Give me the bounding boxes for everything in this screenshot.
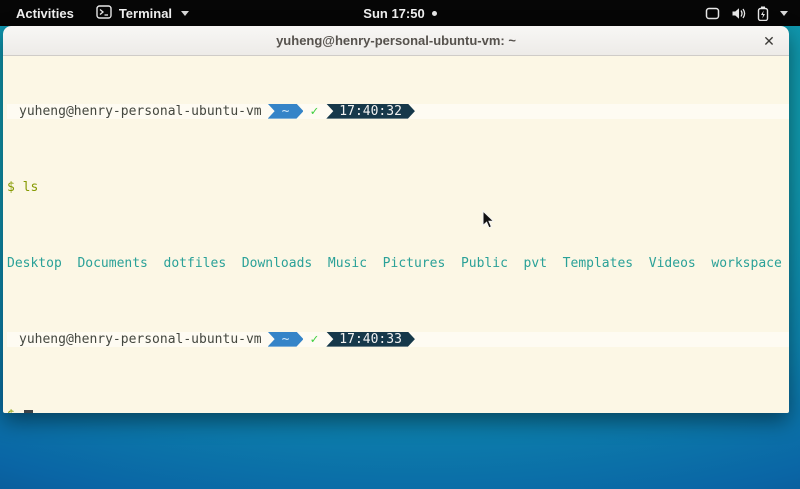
prompt-line: yuheng@henry-personal-ubuntu-vm ~ ✓ 17:40:3… — [7, 104, 789, 119]
command-line: $ ls — [7, 180, 789, 195]
prompt-time-segment: 17:40:32 — [326, 104, 415, 119]
clock-label[interactable]: Sun 17:50 — [363, 6, 424, 21]
window-title: yuheng@henry-personal-ubuntu-vm: ~ — [276, 33, 516, 48]
prompt-status-check-icon: ✓ — [310, 104, 318, 119]
dir-entry: Videos — [649, 256, 696, 271]
notification-dot-icon — [432, 11, 437, 16]
dir-entry: Downloads — [242, 256, 312, 271]
prompt-user-host: yuheng@henry-personal-ubuntu-vm — [19, 104, 262, 119]
prompt-status-check-icon: ✓ — [310, 332, 318, 347]
dir-entry: dotfiles — [164, 256, 227, 271]
terminal-window: yuheng@henry-personal-ubuntu-vm: ~ ✕ yuh… — [3, 26, 789, 413]
ls-output-line: Desktop Documents dotfiles Downloads Music Pi… — [7, 256, 789, 271]
system-menu-caret-icon — [780, 11, 788, 16]
terminal-app-icon — [96, 5, 112, 22]
text-cursor — [24, 410, 33, 413]
app-menu-caret-icon — [181, 11, 189, 16]
screen-icon — [705, 7, 720, 20]
prompt-cwd-segment: ~ — [268, 332, 304, 347]
top-bar: Activities Terminal Sun 17:50 — [0, 0, 800, 26]
input-line: $ — [7, 408, 789, 413]
dir-entry: Documents — [77, 256, 147, 271]
activities-button[interactable]: Activities — [12, 4, 78, 23]
window-titlebar[interactable]: yuheng@henry-personal-ubuntu-vm: ~ ✕ — [3, 26, 789, 56]
dir-entry: Desktop — [7, 256, 62, 271]
battery-charging-icon — [757, 6, 769, 21]
dir-entry: Music — [328, 256, 367, 271]
app-indicator-terminal[interactable]: Terminal — [96, 5, 189, 22]
terminal-screen[interactable]: yuheng@henry-personal-ubuntu-vm ~ ✓ 17:40:3… — [3, 56, 789, 413]
prompt-symbol: $ — [7, 408, 15, 413]
dir-entry: Public — [461, 256, 508, 271]
prompt-user-host: yuheng@henry-personal-ubuntu-vm — [19, 332, 262, 347]
close-button[interactable]: ✕ — [757, 29, 781, 53]
prompt-line: yuheng@henry-personal-ubuntu-vm ~ ✓ 17:40:3… — [7, 332, 789, 347]
volume-icon — [731, 7, 746, 20]
prompt-symbol: $ — [7, 180, 15, 195]
prompt-cwd-segment: ~ — [268, 104, 304, 119]
dir-entry: pvt — [524, 256, 547, 271]
system-status-area[interactable] — [705, 0, 800, 26]
dir-entry: workspace — [711, 256, 781, 271]
prompt-time-segment: 17:40:33 — [326, 332, 415, 347]
app-indicator-label: Terminal — [119, 6, 172, 21]
mouse-pointer-icon — [482, 210, 495, 229]
command-text: ls — [23, 180, 39, 195]
dir-entry: Pictures — [383, 256, 446, 271]
dir-entry: Templates — [563, 256, 633, 271]
